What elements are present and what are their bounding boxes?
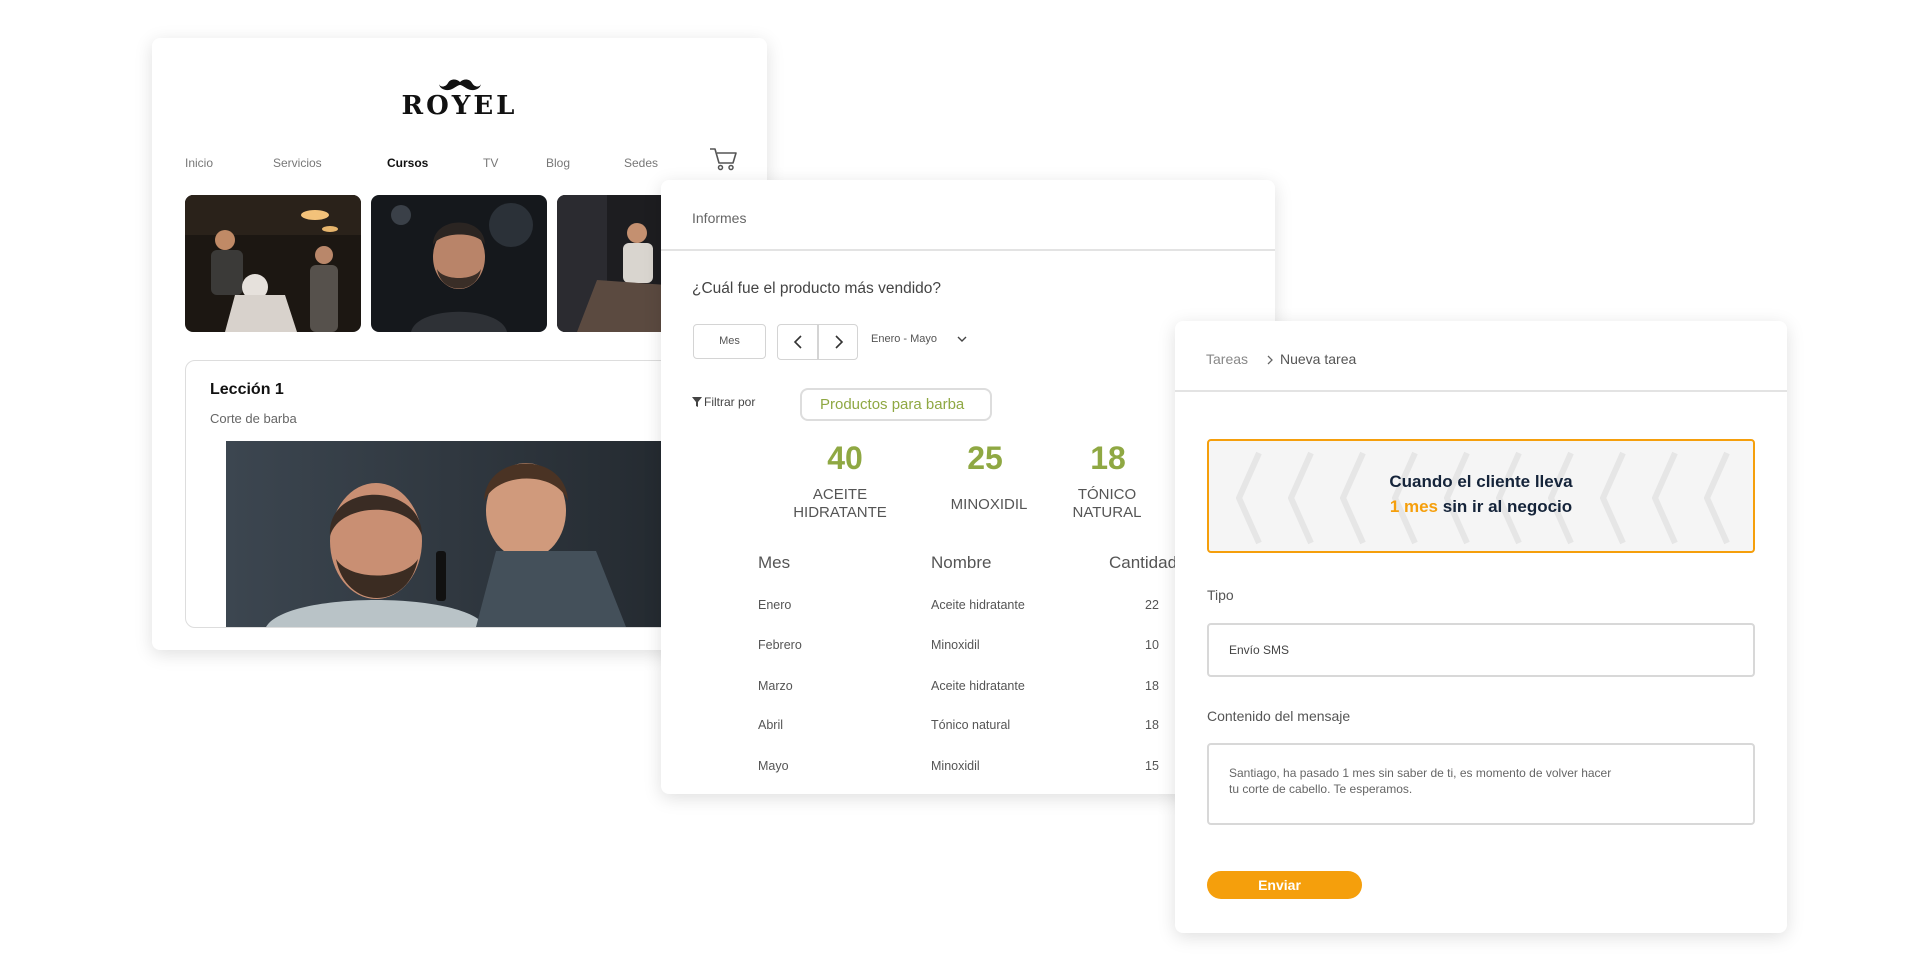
- stat-value: 18: [1090, 440, 1126, 476]
- type-select[interactable]: Envío SMS: [1207, 623, 1755, 677]
- trigger-line-2: 1 mes sin ir al negocio: [1209, 494, 1753, 519]
- table-cell: Febrero: [758, 638, 802, 652]
- stat-value: 25: [967, 440, 1003, 476]
- nav-item-sedes[interactable]: Sedes: [624, 156, 658, 170]
- range-value: Enero - Mayo: [871, 333, 938, 345]
- mustache-icon: [438, 79, 481, 91]
- trigger-line-1: Cuando el cliente lleva: [1389, 472, 1573, 491]
- stat-label-line: MINOXIDIL: [950, 496, 1028, 513]
- table-cell: Tónico natural: [931, 718, 1011, 732]
- course-thumbnail[interactable]: [371, 195, 547, 332]
- reports-title: Informes: [692, 210, 747, 226]
- stat-label: ACEITE HIDRATANTE: [775, 486, 905, 522]
- nav-item-servicios[interactable]: Servicios: [273, 156, 322, 170]
- table-cell: Enero: [758, 598, 792, 612]
- period-navigation: [777, 324, 858, 360]
- breadcrumb-tareas[interactable]: Tareas: [1206, 351, 1248, 367]
- table-cell: Aceite hidratante: [931, 598, 1025, 612]
- previous-period-button[interactable]: [778, 325, 818, 359]
- nav-item-cursos[interactable]: Cursos: [387, 156, 428, 170]
- royel-logo[interactable]: ROYEL: [152, 78, 767, 120]
- table-cell: Abril: [758, 718, 784, 732]
- stat-label-line: HIDRATANTE: [793, 504, 887, 521]
- table-header: Mes: [758, 553, 791, 572]
- trigger-duration: 1 mes: [1389, 497, 1439, 516]
- filter-icon: [692, 397, 702, 407]
- table-cell: Minoxidil: [931, 759, 980, 773]
- trigger-line-2-text: sin ir al negocio: [1442, 497, 1573, 516]
- stat-label-line: NATURAL: [1072, 504, 1142, 521]
- table-cell: 18: [1145, 718, 1159, 732]
- message-label: Contenido del mensaje: [1207, 708, 1351, 724]
- table-cell: 15: [1145, 759, 1159, 773]
- breadcrumb-current: Nueva tarea: [1280, 351, 1357, 367]
- table-cell: Mayo: [758, 759, 789, 773]
- table-cell: Marzo: [758, 679, 793, 693]
- stat-label-line: TÓNICO: [1077, 486, 1137, 503]
- stat-label: TÓNICO NATURAL: [1042, 486, 1172, 522]
- period-button[interactable]: Mes: [693, 324, 766, 359]
- range-dropdown[interactable]: Enero - Mayo: [871, 333, 967, 345]
- nav-item-inicio[interactable]: Inicio: [185, 156, 213, 170]
- cart-icon[interactable]: [708, 144, 738, 172]
- chevron-right-icon: [1267, 355, 1273, 365]
- new-task-card: Tareas Nueva tarea Cuando el cliente lle…: [1175, 321, 1787, 933]
- brand-name: ROYEL: [401, 91, 518, 121]
- type-label: Tipo: [1207, 587, 1234, 603]
- send-button[interactable]: Enviar: [1207, 871, 1362, 899]
- divider: [661, 249, 1275, 251]
- message-line: Santiago, ha pasado 1 mes sin saber de t…: [1229, 766, 1612, 780]
- filter-select[interactable]: Productos para barba: [800, 388, 992, 421]
- table-header: Cantidad: [1109, 553, 1178, 572]
- stat-value: 40: [827, 440, 863, 476]
- nav-item-tv[interactable]: TV: [483, 156, 498, 170]
- table-cell: 22: [1145, 598, 1159, 612]
- table-cell: 18: [1145, 679, 1159, 693]
- stat-label: MINOXIDIL: [924, 496, 1054, 514]
- main-nav: Inicio Servicios Cursos TV Blog Sedes: [152, 148, 767, 178]
- trigger-banner: Cuando el cliente lleva 1 mes sin ir al …: [1207, 439, 1755, 553]
- filter-label-text: Filtrar por: [704, 395, 756, 409]
- table-cell: Minoxidil: [931, 638, 980, 652]
- report-question: ¿Cuál fue el producto más vendido?: [692, 280, 942, 297]
- lesson-title: Lección 1: [210, 381, 284, 398]
- trigger-condition: Cuando el cliente lleva 1 mes sin ir al …: [1209, 469, 1753, 519]
- message-line: tu corte de cabello. Te esperamos.: [1229, 782, 1413, 796]
- chevron-right-icon: [835, 335, 844, 349]
- lesson-subtitle: Corte de barba: [210, 411, 297, 426]
- table-cell: Aceite hidratante: [931, 679, 1025, 693]
- table-header: Nombre: [931, 553, 992, 572]
- stat-label-line: ACEITE: [812, 486, 868, 503]
- course-thumbnail[interactable]: [185, 195, 361, 332]
- table-cell: 10: [1145, 638, 1159, 652]
- barbershop-photo: [185, 195, 361, 332]
- chevron-left-icon: [793, 335, 802, 349]
- barber-portrait-photo: [371, 195, 547, 332]
- divider: [1175, 390, 1787, 392]
- nav-item-blog[interactable]: Blog: [546, 156, 570, 170]
- filter-label: Filtrar por: [692, 395, 755, 409]
- chevron-down-icon: [957, 336, 967, 342]
- next-period-button[interactable]: [818, 325, 858, 359]
- message-textarea[interactable]: Santiago, ha pasado 1 mes sin saber de t…: [1207, 743, 1755, 825]
